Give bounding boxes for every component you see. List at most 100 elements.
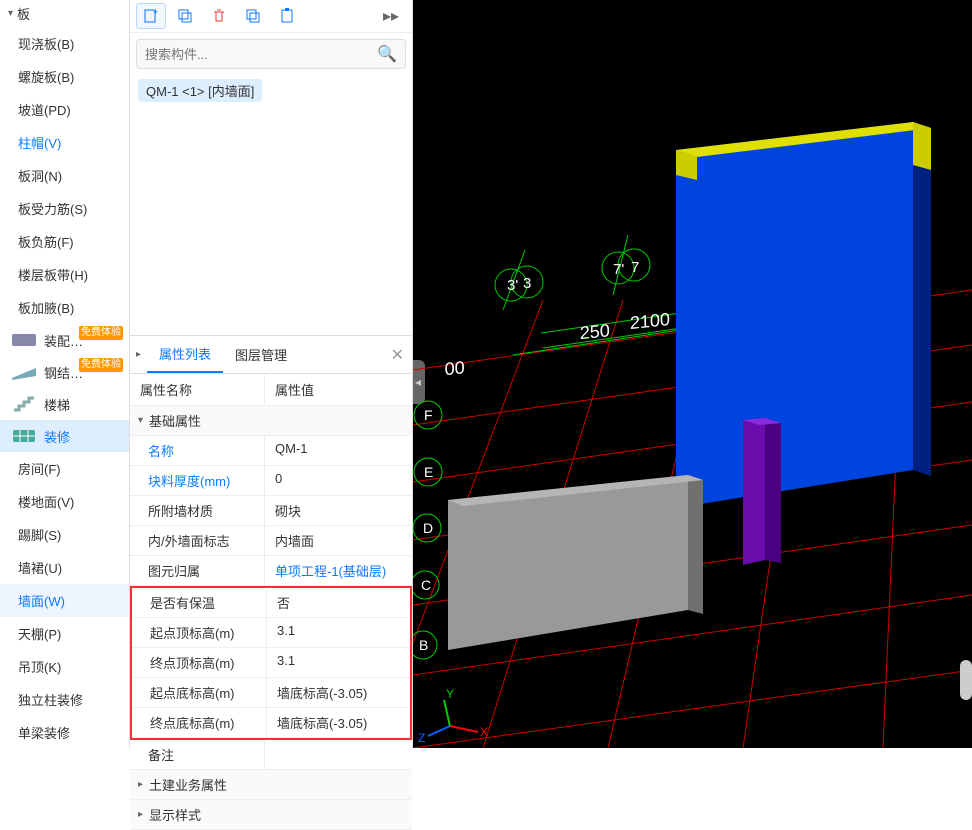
nav-item[interactable]: 墙裙(U) <box>0 551 129 584</box>
nav-label: 装修 <box>44 427 70 446</box>
copy-button[interactable] <box>170 3 200 29</box>
caret-right-icon: ▸ <box>138 809 143 820</box>
delete-button[interactable] <box>204 3 234 29</box>
prop-group-civil[interactable]: ▸土建业务属性 <box>130 770 412 800</box>
caret-down-icon: ▾ <box>8 8 13 19</box>
svg-text:D: D <box>423 520 433 536</box>
scrollbar-thumb[interactable] <box>960 660 972 700</box>
nav-label: 装配… <box>44 331 83 350</box>
nav-item-wall-face[interactable]: 墙面(W) <box>0 584 129 617</box>
svg-text:Y: Y <box>446 687 454 701</box>
prop-row[interactable]: 名称QM-1 <box>130 436 412 466</box>
scene-svg: 250 2100 250 00 3' 3 7' 7 F E D C B <box>413 0 972 748</box>
caret-right-icon: ▸ <box>138 779 143 790</box>
svg-text:250: 250 <box>580 320 610 343</box>
prop-group-basic[interactable]: ▾基础属性 <box>130 406 412 436</box>
nav-category-stairs[interactable]: 楼梯 <box>0 388 129 420</box>
nav-item[interactable]: 独立柱装修 <box>0 683 129 716</box>
svg-text:B: B <box>419 637 428 653</box>
prop-row[interactable]: 起点顶标高(m)3.1 <box>132 618 410 648</box>
component-chip[interactable]: QM-1 <1> [内墙面] <box>138 79 262 102</box>
prop-row[interactable]: 所附墙材质砌块 <box>130 496 412 526</box>
nav-item[interactable]: 柱帽(V) <box>0 126 129 159</box>
svg-text:X: X <box>480 725 488 739</box>
nav-category-assembly[interactable]: 装配… 免费体验 <box>0 324 129 356</box>
nav-item[interactable]: 螺旋板(B) <box>0 60 129 93</box>
nav-item[interactable]: 房间(F) <box>0 452 129 485</box>
assembly-icon <box>10 330 38 350</box>
grey-slab <box>448 475 703 650</box>
sidebar-group-header[interactable]: ▾ 板 <box>0 0 129 27</box>
more-button[interactable]: ▸▸ <box>376 3 406 29</box>
caret-down-icon: ▾ <box>138 415 143 426</box>
svg-text:2100: 2100 <box>630 309 670 333</box>
search-input-wrap[interactable]: 🔍 <box>136 39 406 69</box>
prop-row[interactable]: 备注 <box>130 740 412 770</box>
duplicate-button[interactable] <box>238 3 268 29</box>
search-input[interactable] <box>145 47 377 62</box>
tab-layers[interactable]: 图层管理 <box>223 337 299 372</box>
property-panel: ▸ 属性列表 图层管理 ✕ 属性名称 属性值 ▾基础属性 名称QM-1 块料厚度… <box>130 335 412 830</box>
free-badge: 免费体验 <box>79 326 123 340</box>
nav-item[interactable]: 板受力筋(S) <box>0 192 129 225</box>
nav-category-decoration[interactable]: 装修 <box>0 420 129 452</box>
prop-group-display[interactable]: ▸显示样式 <box>130 800 412 830</box>
nav-category-steel[interactable]: 钢结… 免费体验 <box>0 356 129 388</box>
close-icon[interactable]: ✕ <box>391 345 404 365</box>
component-panel: + ▸▸ 🔍 QM-1 <1> [内墙面] ▸ 属性列表 图层管理 ✕ 属性名称… <box>130 0 413 748</box>
svg-text:7': 7' <box>613 261 624 278</box>
sidebar-group-title: 板 <box>17 4 30 23</box>
svg-text:7: 7 <box>631 259 639 276</box>
svg-text:3': 3' <box>507 277 518 294</box>
svg-text:C: C <box>421 577 431 593</box>
nav-item[interactable]: 现浇板(B) <box>0 27 129 60</box>
column-model <box>743 418 781 565</box>
wall-model <box>676 122 931 508</box>
decoration-icon <box>10 426 38 446</box>
nav-item[interactable]: 楼层板带(H) <box>0 258 129 291</box>
expand-icon[interactable]: ▸ <box>130 343 147 366</box>
nav-label: 钢结… <box>44 363 83 382</box>
stairs-icon <box>10 394 38 414</box>
highlighted-rows: 是否有保温否 起点顶标高(m)3.1 终点顶标高(m)3.1 起点底标高(m)墙… <box>130 586 412 740</box>
row-bubbles: F E D C B <box>413 401 442 659</box>
nav-item[interactable]: 吊顶(K) <box>0 650 129 683</box>
prop-row[interactable]: 是否有保温否 <box>132 588 410 618</box>
nav-item[interactable]: 板负筋(F) <box>0 225 129 258</box>
viewport-3d[interactable]: ◂ 250 2100 250 <box>413 0 972 748</box>
free-badge: 免费体验 <box>79 358 123 372</box>
property-header: 属性名称 属性值 <box>130 374 412 406</box>
svg-text:E: E <box>424 464 433 480</box>
grid-bubbles: 3' 3 7' 7 <box>495 249 650 301</box>
nav-item[interactable]: 板加腋(B) <box>0 291 129 324</box>
col-name-header: 属性名称 <box>130 374 265 405</box>
prop-row[interactable]: 终点底标高(m)墙底标高(-3.05) <box>132 708 410 738</box>
prop-row[interactable]: 终点顶标高(m)3.1 <box>132 648 410 678</box>
nav-item[interactable]: 踢脚(S) <box>0 518 129 551</box>
tab-properties[interactable]: 属性列表 <box>147 336 223 373</box>
svg-text:Z: Z <box>418 731 425 745</box>
nav-item[interactable]: 坡道(PD) <box>0 93 129 126</box>
prop-row[interactable]: 块料厚度(mm)0 <box>130 466 412 496</box>
nav-item[interactable]: 天棚(P) <box>0 617 129 650</box>
svg-text:+: + <box>153 8 158 17</box>
svg-text:00: 00 <box>444 357 464 379</box>
property-tabs: ▸ 属性列表 图层管理 ✕ <box>130 336 412 374</box>
prop-row[interactable]: 内/外墙面标志内墙面 <box>130 526 412 556</box>
svg-text:F: F <box>424 407 433 423</box>
axis-gizmo: X Y Z <box>418 687 488 745</box>
nav-label: 楼梯 <box>44 395 70 414</box>
search-icon: 🔍 <box>377 44 397 64</box>
prop-row[interactable]: 起点底标高(m)墙底标高(-3.05) <box>132 678 410 708</box>
nav-item[interactable]: 楼地面(V) <box>0 485 129 518</box>
paste-button[interactable] <box>272 3 302 29</box>
nav-item[interactable]: 板洞(N) <box>0 159 129 192</box>
component-toolbar: + ▸▸ <box>130 0 412 33</box>
col-val-header: 属性值 <box>265 374 324 405</box>
prop-row[interactable]: 图元归属单项工程-1(基础层) <box>130 556 412 586</box>
new-button[interactable]: + <box>136 3 166 29</box>
category-sidebar: ▾ 板 现浇板(B) 螺旋板(B) 坡道(PD) 柱帽(V) 板洞(N) 板受力… <box>0 0 130 748</box>
svg-text:3: 3 <box>523 275 531 292</box>
nav-item[interactable]: 单梁装修 <box>0 716 129 748</box>
steel-icon <box>10 362 38 382</box>
